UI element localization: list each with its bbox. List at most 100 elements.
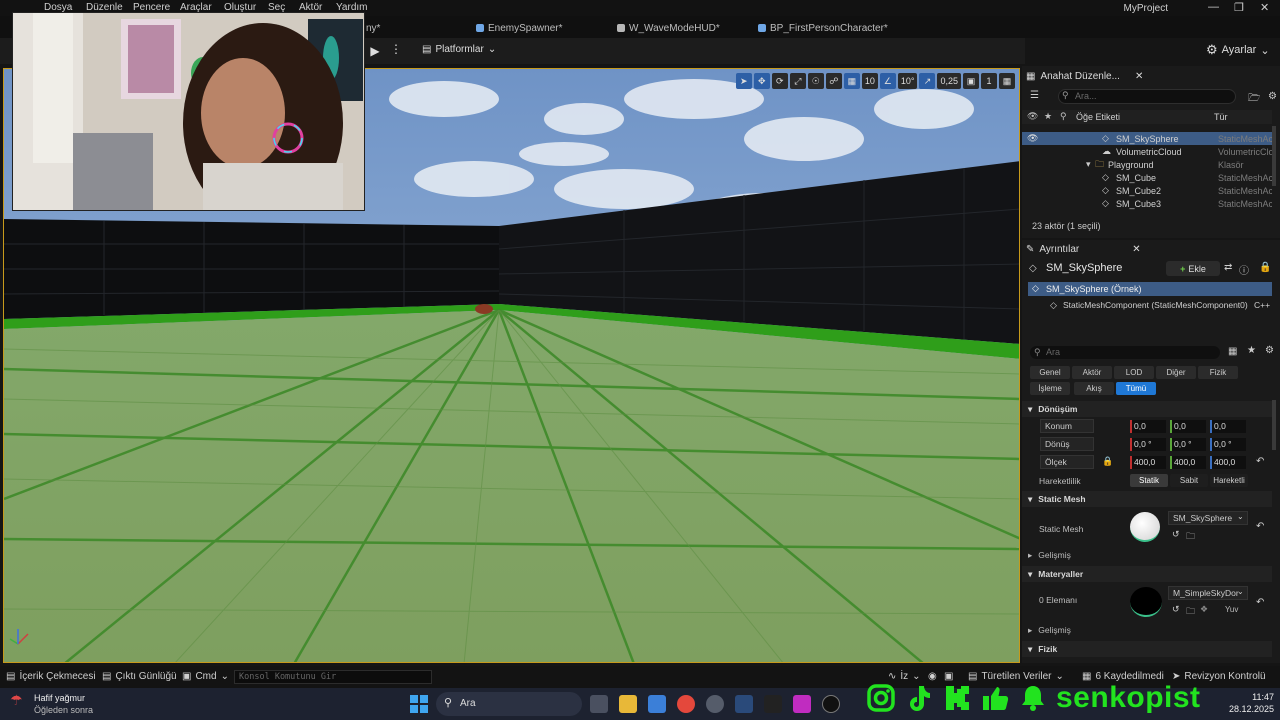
physics-section[interactable]: ▾ Fizik [1022,641,1272,657]
details-search-input[interactable]: Ara [1030,346,1220,359]
folder-add-icon[interactable]: 🗁 [1248,91,1260,108]
browse-icon[interactable]: ↺ [1172,604,1180,615]
platforms-button[interactable]: ▤ Platformlar ⌄ [422,44,496,55]
star-icon[interactable]: ★ [1044,111,1052,122]
outliner-row[interactable]: ◇ SM_Cube StaticMeshAc [1022,171,1272,184]
scale-z[interactable]: 400,0 [1210,456,1246,469]
weather-icon[interactable]: ☂ [10,692,32,714]
visibility-icon[interactable]: 👁 [1027,133,1038,144]
material-thumbnail[interactable] [1130,587,1162,617]
filter-physics[interactable]: Fizik [1198,366,1238,379]
tab-level[interactable]: ny* [366,19,380,37]
browse-icon[interactable]: ↺ [1172,529,1180,540]
material-dropdown[interactable]: M_SimpleSkyDor [1168,586,1248,600]
lock-icon[interactable]: 🔒 [1259,262,1271,273]
help-icon[interactable]: ⓘ [1239,262,1249,277]
static-mesh-section[interactable]: ▾ Static Mesh [1022,491,1272,507]
reset-icon[interactable]: ↶ [1256,521,1264,532]
component-row[interactable]: StaticMeshComponent (StaticMeshComponent… [1063,300,1248,310]
outliner-row[interactable]: ◇ SM_Cube3 StaticMeshAc [1022,197,1272,210]
filter-general[interactable]: Genel [1030,366,1070,379]
more-options-icon[interactable]: ⋮ [390,42,402,56]
world-local-icon[interactable]: ☉ [807,73,824,89]
instance-row[interactable]: SM_SkySphere (Örnek) [1028,282,1272,296]
rotation-snap-value[interactable]: 10° [897,73,918,89]
clock-time[interactable]: 11:47 [1222,692,1274,702]
twitch-icon[interactable] [793,695,811,713]
rotation-snap-icon[interactable]: ∠ [879,73,896,89]
close-icon[interactable]: ✕ [1135,71,1143,82]
add-component-button[interactable]: + Ekle [1166,261,1220,276]
materials-section[interactable]: ▾ Materyaller [1022,566,1272,582]
unreal-engine-icon[interactable] [822,695,840,713]
outliner-tab[interactable]: ▦ Anahat Düzenle... ✕ [1026,67,1143,85]
taskbar-search[interactable]: Ara [436,692,582,716]
advanced-toggle[interactable]: ▸ Gelişmiş [1028,550,1071,561]
visibility-icon[interactable]: 👁 [1027,111,1038,122]
camera-speed-value[interactable]: 1 [981,73,997,89]
rotation-z[interactable]: 0,0 ° [1210,438,1246,451]
mobility-movable[interactable]: Hareketli [1210,474,1248,487]
outliner-row[interactable]: ◇ SM_Cube2 StaticMeshAc [1022,184,1272,197]
settings-button[interactable]: ⚙ Ayarlar ⌄ [1206,40,1270,60]
lock-icon[interactable]: 🔒 [1102,456,1113,467]
details-scrollbar[interactable] [1272,400,1276,450]
tab-enemy-spawner[interactable]: EnemySpawner* [476,19,562,37]
mobility-static[interactable]: Statik [1130,474,1168,487]
start-icon[interactable] [410,695,428,713]
surface-snap-icon[interactable]: ☍ [825,73,842,89]
location-dropdown[interactable]: Konum [1040,419,1094,433]
mobility-stationary[interactable]: Sabit [1170,474,1208,487]
blueprint-icon[interactable]: ⇄ [1224,262,1232,273]
mesh-thumbnail[interactable] [1130,512,1160,542]
scale-dropdown[interactable]: Ölçek [1040,455,1094,469]
filter-streaming[interactable]: Akış [1074,382,1114,395]
epic-games-icon[interactable] [764,695,782,713]
scale-icon[interactable]: ⤢ [789,73,806,89]
grid-snap-icon[interactable]: ▦ [843,73,860,89]
chevron-down-icon[interactable]: ▾ [1086,159,1091,170]
column-type[interactable]: Tür [1214,112,1228,122]
static-mesh-dropdown[interactable]: SM_SkySphere [1168,511,1248,525]
gear-icon[interactable]: ⚙ [1268,91,1277,102]
output-log-button[interactable]: ▤ Çıktı Günlüğü [102,671,177,682]
location-z[interactable]: 0,0 [1210,420,1246,433]
camera-speed-icon[interactable]: ▣ [963,73,979,89]
task-view-icon[interactable] [590,695,608,713]
cmd-dropdown[interactable]: ▣ Cmd ⌄ [182,671,229,682]
location-y[interactable]: 0,0 [1170,420,1206,433]
select-mode-icon[interactable]: ➤ [735,73,752,89]
filter-actor[interactable]: Aktör [1072,366,1112,379]
play-icon[interactable]: ▶ [366,42,384,60]
clock-date[interactable]: 28.12.2025 [1222,704,1274,714]
chrome-icon[interactable] [677,695,695,713]
tab-wave-hud[interactable]: W_WaveModeHUD* [617,19,720,37]
rotation-y[interactable]: 0,0 ° [1170,438,1206,451]
scale-y[interactable]: 400,0 [1170,456,1206,469]
scale-snap-icon[interactable]: ↗ [919,73,936,89]
pin-icon[interactable]: ⚲ [1060,111,1067,122]
app-icon[interactable] [706,695,724,713]
filter-rendering[interactable]: İşleme [1030,382,1070,395]
filter-other[interactable]: Diğer [1156,366,1196,379]
reset-icon[interactable]: ↶ [1256,456,1264,467]
content-drawer-button[interactable]: ▤ İçerik Çekmecesi [6,671,96,682]
outliner-scrollbar[interactable] [1272,126,1276,186]
maximize-viewport-icon[interactable]: ▦ [999,73,1015,89]
filter-lod[interactable]: LOD [1114,366,1154,379]
details-tab[interactable]: ✎ Ayrıntılar ✕ [1026,240,1141,258]
file-explorer-icon[interactable] [619,695,637,713]
translate-icon[interactable]: ✥ [753,73,770,89]
outliner-search-input[interactable]: Ara... [1058,89,1236,104]
gear-icon[interactable]: ⚙ [1265,345,1274,356]
scale-x[interactable]: 400,0 [1130,456,1166,469]
filter-icon[interactable]: ☰ [1030,90,1039,101]
outliner-row[interactable]: ☁ VolumetricCloud VolumetricClo [1022,145,1272,158]
close-icon[interactable]: ✕ [1132,244,1140,255]
scale-snap-value[interactable]: 0,25 [937,73,961,89]
actor-name[interactable]: SM_SkySphere [1046,262,1122,274]
maximize-icon[interactable]: ❐ [1234,1,1244,14]
minimize-icon[interactable]: — [1208,1,1219,13]
reset-icon[interactable]: ↶ [1256,597,1264,608]
tab-first-person[interactable]: BP_FirstPersonCharacter* [758,19,888,37]
